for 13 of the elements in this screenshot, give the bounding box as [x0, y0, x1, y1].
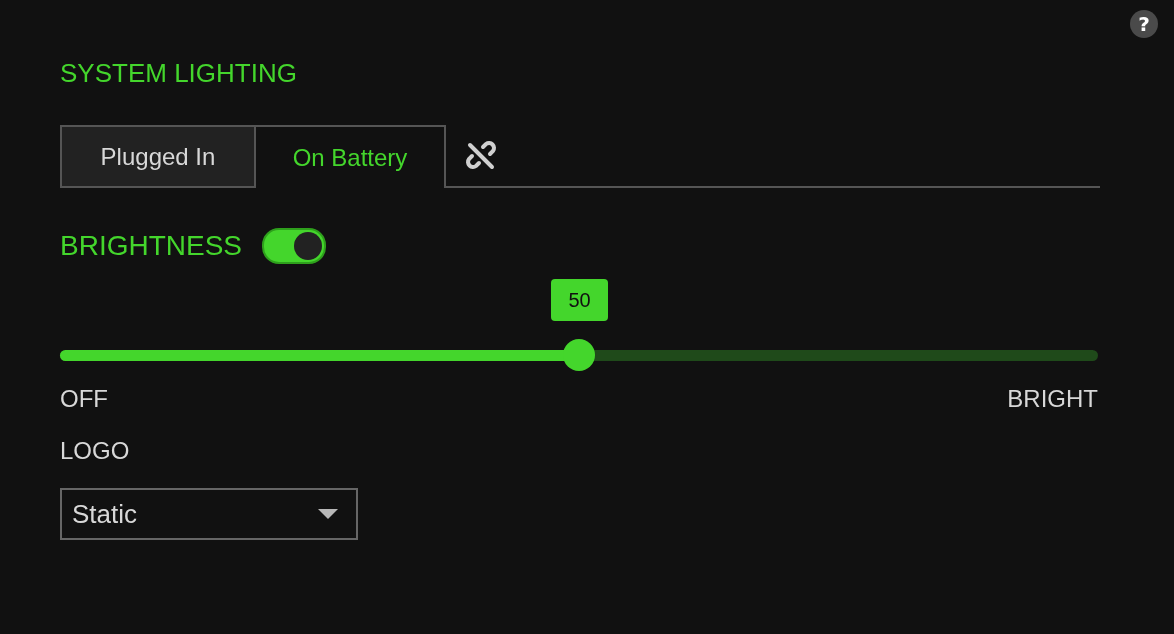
brightness-label: BRIGHTNESS	[60, 230, 243, 262]
brightness-toggle[interactable]	[262, 228, 327, 264]
help-button[interactable]: ?	[1130, 10, 1158, 38]
min-label: OFF	[60, 385, 108, 413]
logo-dropdown[interactable]: Static	[60, 488, 358, 540]
caret-icon	[318, 509, 338, 519]
section-title: SYSTEM LIGHTING	[60, 57, 298, 88]
logo-label: LOGO	[60, 437, 131, 465]
max-label: BRIGHT	[1007, 385, 1098, 413]
slider-thumb[interactable]	[563, 339, 595, 371]
tab[interactable]: On Battery	[254, 125, 446, 188]
tab[interactable]: Plugged In	[60, 125, 254, 188]
slider-value: 50	[551, 279, 608, 321]
